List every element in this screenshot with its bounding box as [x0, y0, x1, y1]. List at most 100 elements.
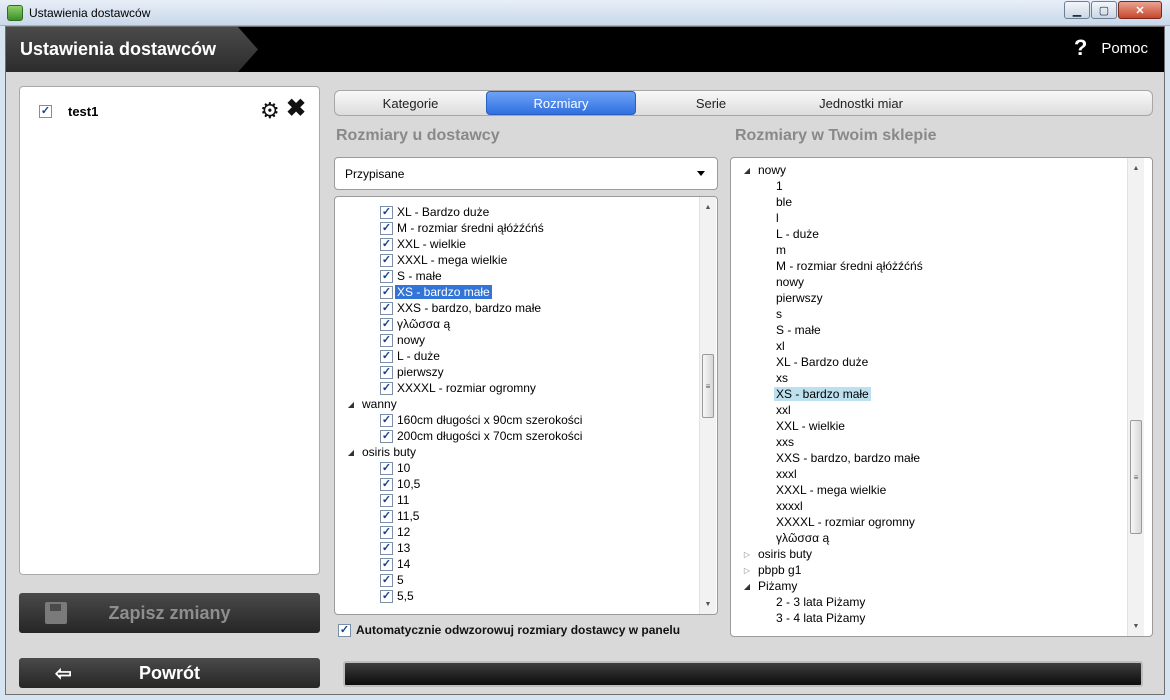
auto-map-checkbox[interactable]: ✓ [338, 623, 351, 637]
tree-item[interactable]: 3 - 4 lata Piżamy [776, 610, 865, 626]
size-checkbox[interactable]: ✓ [380, 477, 393, 491]
size-checkbox[interactable]: ✓ [380, 365, 393, 379]
tree-item[interactable]: ✓ 5,5 [380, 588, 414, 604]
tree-item[interactable]: ✓ XL - Bardzo duże [380, 204, 489, 220]
tree-item[interactable]: ble [776, 194, 792, 210]
auto-map-option[interactable]: ✓ Automatycznie odwzorowuj rozmiary dost… [338, 623, 680, 637]
tree-item[interactable]: xxxxl [776, 498, 803, 514]
tree-item[interactable]: γλῶσσα ą [776, 530, 829, 546]
size-checkbox[interactable]: ✓ [380, 461, 393, 475]
help-button[interactable]: ? Pomoc [1074, 37, 1148, 59]
tree-group[interactable]: ◢ osiris buty [346, 444, 416, 460]
scroll-down-icon[interactable]: ▼ [700, 596, 716, 612]
tree-item[interactable]: xxs [776, 434, 794, 450]
size-checkbox[interactable]: ✓ [380, 333, 393, 347]
tree-item[interactable]: ✓ XXL - wielkie [380, 236, 466, 252]
tab-rozmiary[interactable]: Rozmiary [486, 91, 636, 115]
minimize-button[interactable]: ▁ [1064, 1, 1090, 19]
scroll-down-icon[interactable]: ▼ [1128, 618, 1144, 634]
supplier-sizes-tree[interactable]: ✓ XL - Bardzo duże ✓ M - rozmiar średni ąłó… [334, 196, 718, 615]
size-checkbox[interactable]: ✓ [380, 429, 393, 443]
shop-sizes-scrollbar[interactable]: ▲ ≡ ▼ [1127, 158, 1144, 636]
tree-item[interactable]: ✓ S - małe [380, 268, 442, 284]
tree-group[interactable]: ◢ nowy [742, 162, 786, 178]
tree-item[interactable]: xl [776, 338, 785, 354]
tree-item[interactable]: pierwszy [776, 290, 823, 306]
tree-item[interactable]: XS - bardzo małe [774, 386, 871, 402]
tree-item[interactable]: ✓ 14 [380, 556, 410, 572]
collapsed-triangle-icon[interactable]: ▷ [742, 566, 752, 575]
supplier-checkbox[interactable]: ✓ [39, 105, 52, 118]
tree-item[interactable]: ✓ 200cm długości x 70cm szerokości [380, 428, 582, 444]
x-icon[interactable]: ✖ [286, 97, 306, 121]
size-checkbox[interactable]: ✓ [380, 269, 393, 283]
size-checkbox[interactable]: ✓ [380, 253, 393, 267]
tab-serie[interactable]: Serie [636, 91, 786, 115]
gear-icon[interactable]: ⚙ [260, 100, 280, 122]
size-checkbox[interactable]: ✓ [380, 381, 393, 395]
tree-item[interactable]: ✓ pierwszy [380, 364, 444, 380]
tree-item[interactable]: ✓ XXS - bardzo, bardzo małe [380, 300, 541, 316]
tree-item[interactable]: m [776, 242, 786, 258]
tree-item[interactable]: ✓ 10 [380, 460, 410, 476]
expanded-triangle-icon[interactable]: ◢ [742, 582, 752, 591]
tree-item[interactable]: ✓ 12 [380, 524, 410, 540]
tree-item[interactable]: nowy [776, 274, 804, 290]
shop-sizes-tree[interactable]: ◢ nowy 1 ble l L - duże m M - rozmiar średni ął… [730, 157, 1153, 637]
size-checkbox[interactable]: ✓ [380, 317, 393, 331]
maximize-button[interactable]: ▢ [1091, 1, 1117, 19]
tree-item[interactable]: XXL - wielkie [776, 418, 845, 434]
tree-item[interactable]: ✓ XS - bardzo małe [380, 284, 492, 300]
close-window-button[interactable]: ✕ [1118, 1, 1162, 19]
tree-item[interactable]: XXS - bardzo, bardzo małe [776, 450, 920, 466]
size-checkbox[interactable]: ✓ [380, 285, 393, 299]
tree-item[interactable]: 2 - 3 lata Piżamy [776, 594, 865, 610]
size-checkbox[interactable]: ✓ [380, 237, 393, 251]
scroll-up-icon[interactable]: ▲ [700, 199, 716, 215]
scroll-thumb[interactable]: ≡ [702, 354, 714, 418]
size-checkbox[interactable]: ✓ [380, 221, 393, 235]
tree-item[interactable]: l [776, 210, 779, 226]
tab-jednostki-miar[interactable]: Jednostki miar [786, 91, 936, 115]
collapsed-triangle-icon[interactable]: ▷ [742, 550, 752, 559]
tree-item[interactable]: XL - Bardzo duże [776, 354, 868, 370]
expanded-triangle-icon[interactable]: ◢ [346, 448, 356, 457]
tree-group[interactable]: ◢ Piżamy [742, 578, 797, 594]
size-checkbox[interactable]: ✓ [380, 205, 393, 219]
tree-item[interactable]: ✓ nowy [380, 332, 425, 348]
expanded-triangle-icon[interactable]: ◢ [742, 166, 752, 175]
size-checkbox[interactable]: ✓ [380, 509, 393, 523]
size-checkbox[interactable]: ✓ [380, 413, 393, 427]
tree-item[interactable]: xs [776, 370, 788, 386]
supplier-item[interactable]: ✓ test1 [39, 104, 98, 119]
tree-item[interactable]: ✓ M - rozmiar średni ąłóżźćńś [380, 220, 544, 236]
tree-item[interactable]: ✓ XXXXL - rozmiar ogromny [380, 380, 536, 396]
sizes-filter-select[interactable]: Przypisane [334, 157, 718, 190]
size-checkbox[interactable]: ✓ [380, 573, 393, 587]
tree-item[interactable]: XXXL - mega wielkie [776, 482, 886, 498]
size-checkbox[interactable]: ✓ [380, 541, 393, 555]
tree-item[interactable]: ✓ L - duże [380, 348, 440, 364]
tree-group[interactable]: ▷ pbpb g1 [742, 562, 801, 578]
tree-item[interactable]: XXXXL - rozmiar ogromny [776, 514, 915, 530]
tree-item[interactable]: xxl [776, 402, 791, 418]
save-changes-button[interactable]: Zapisz zmiany [19, 593, 320, 633]
tree-item[interactable]: ✓ 11 [380, 492, 409, 508]
scroll-up-icon[interactable]: ▲ [1128, 160, 1144, 176]
tree-group[interactable]: ▷ osiris buty [742, 546, 812, 562]
size-checkbox[interactable]: ✓ [380, 301, 393, 315]
size-checkbox[interactable]: ✓ [380, 557, 393, 571]
tree-item[interactable]: s [776, 306, 782, 322]
tree-group[interactable]: ◢ wanny [346, 396, 397, 412]
tree-item[interactable]: ✓ 11,5 [380, 508, 419, 524]
supplier-sizes-scrollbar[interactable]: ▲ ≡ ▼ [699, 197, 716, 614]
size-checkbox[interactable]: ✓ [380, 349, 393, 363]
tree-item[interactable]: ✓ 160cm długości x 90cm szerokości [380, 412, 582, 428]
size-checkbox[interactable]: ✓ [380, 493, 393, 507]
tree-item[interactable]: S - małe [776, 322, 821, 338]
tree-item[interactable]: ✓ γλῶσσα ą [380, 316, 450, 332]
tree-item[interactable]: xxxl [776, 466, 797, 482]
tree-item[interactable]: L - duże [776, 226, 819, 242]
tree-item[interactable]: ✓ 13 [380, 540, 410, 556]
back-button[interactable]: ⇦ Powrót [19, 658, 320, 688]
